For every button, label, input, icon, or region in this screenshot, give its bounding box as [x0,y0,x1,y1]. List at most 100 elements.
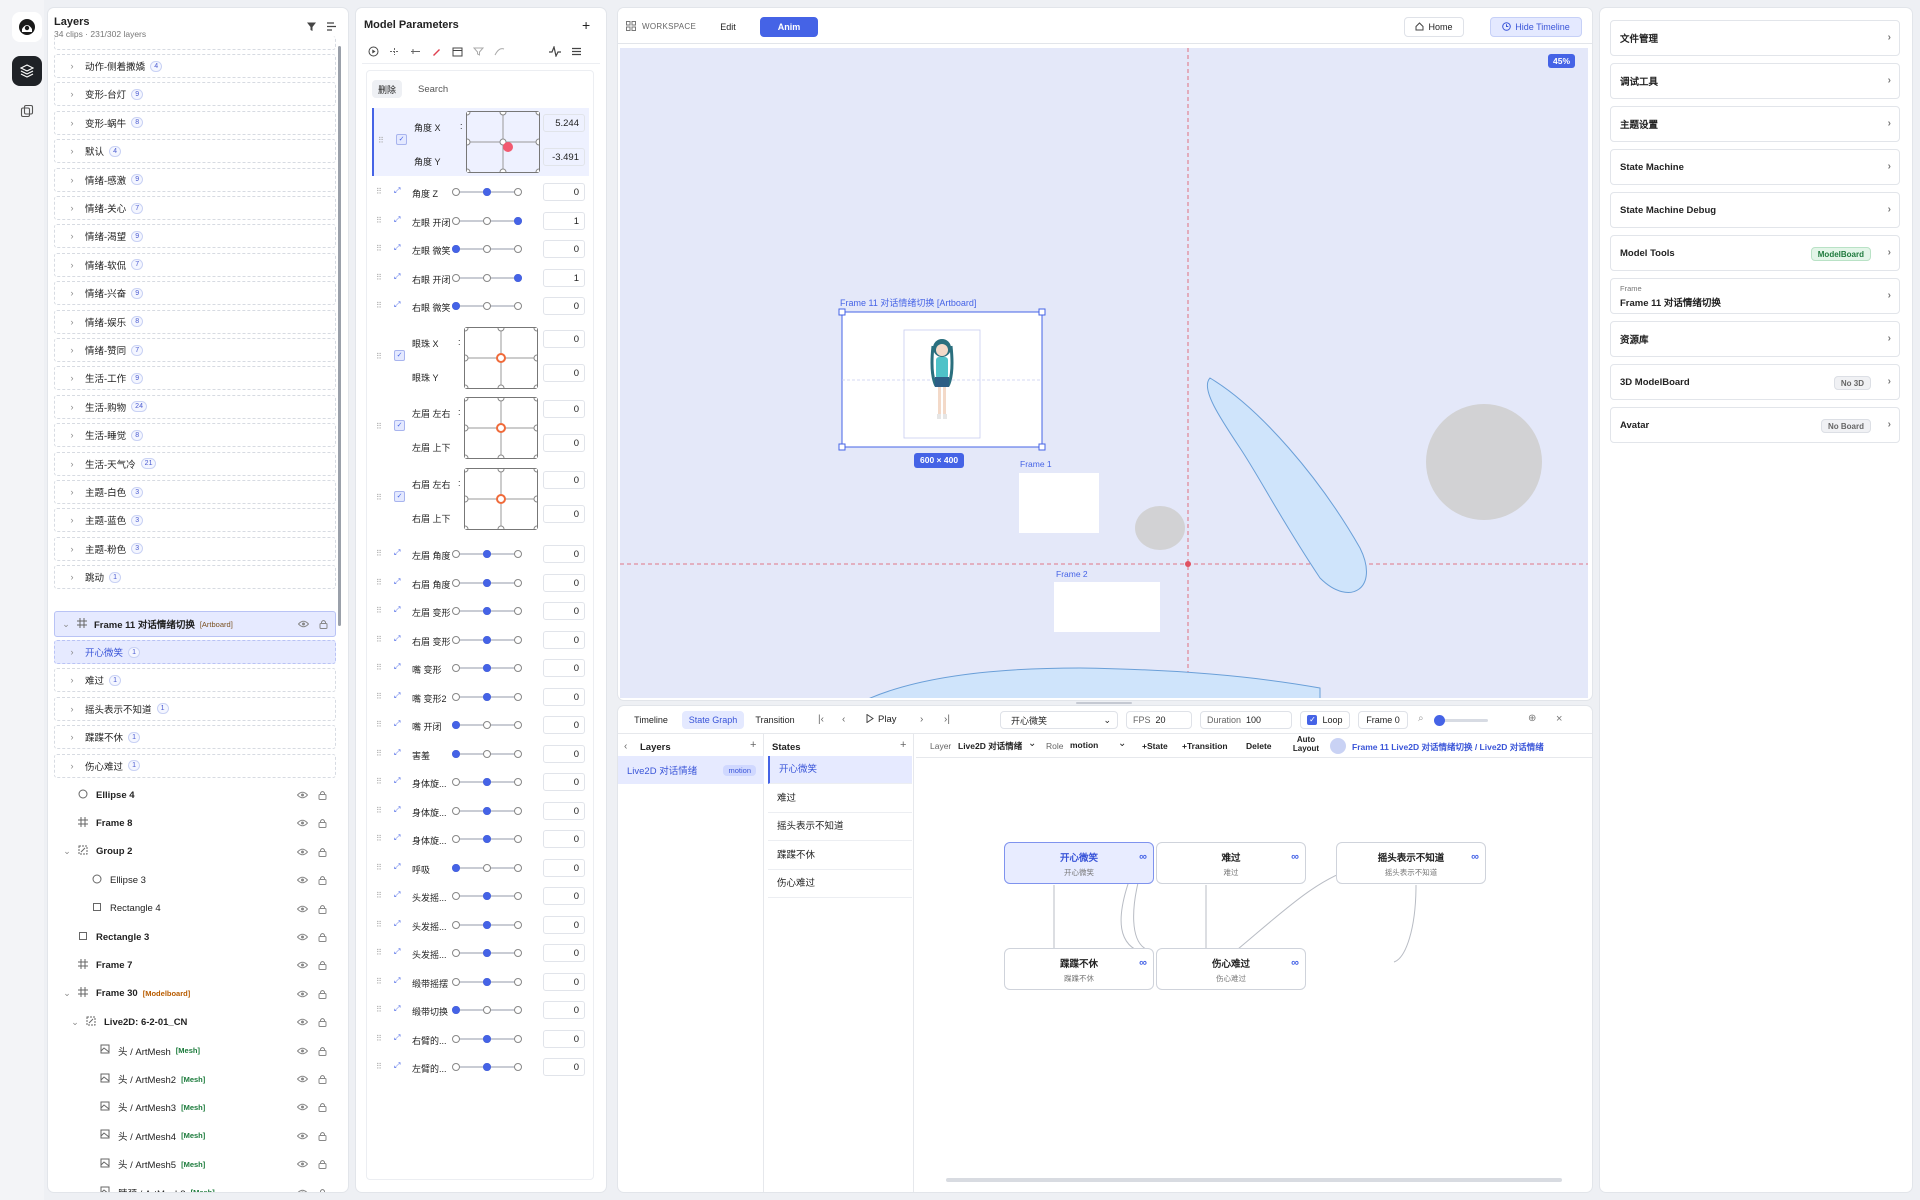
chevron-down-icon[interactable]: ⌄ [62,846,72,857]
state-node[interactable]: 难过 难过 ∞ [1156,842,1306,884]
chevron-right-icon[interactable]: › [67,515,77,525]
param-curve-icon[interactable]: ⤢ [394,662,400,672]
param-slider[interactable] [452,892,522,900]
xy-pad[interactable] [464,397,538,459]
zoom-badge[interactable]: 45% [1548,54,1576,68]
home-button[interactable]: Home [1404,17,1464,37]
lock-icon[interactable] [314,1099,330,1115]
slider-thumb[interactable] [483,949,491,957]
lock-icon[interactable] [314,1014,330,1030]
param-curve-icon[interactable]: ⤢ [394,1033,400,1043]
param-value[interactable]: 1 [543,268,585,287]
state-node[interactable]: 摇头表示不知道 摇头表示不知道 ∞ [1336,842,1486,884]
lock-icon[interactable] [314,787,330,803]
param-curve-icon[interactable]: ⤢ [394,691,400,701]
layer-clip-row[interactable]: › 情绪-渴望 9 [54,224,336,249]
param-curve-icon[interactable]: ⤢ [394,1061,400,1071]
right-panel-item[interactable]: State Machine › [1610,149,1900,185]
layer-tree-row[interactable]: Frame 8 [54,811,336,835]
param-value[interactable]: 0 [543,573,585,592]
param-value[interactable]: 0 [543,687,585,706]
param-row[interactable]: ⠿ ⤢ 缎带摇摆 0 [372,968,589,996]
param-row[interactable]: ⠿ ⤢ 头发摇... 0 [372,939,589,967]
layer-tree-row[interactable]: 头 / ArtMesh5 [Mesh] [54,1152,336,1176]
param-curve-icon[interactable]: ⤢ [394,243,400,253]
lock-icon[interactable] [314,844,330,860]
lock-icon[interactable] [314,929,330,945]
param-row[interactable]: ⠿ ⤢ 嘴 开闭 0 [372,711,589,739]
edit-button[interactable]: Edit [700,17,756,37]
layer-child-clip-row[interactable]: › 伤心难过 1 [54,753,336,778]
state-node[interactable]: 开心微笑 开心微笑 ∞ [1004,842,1154,884]
right-panel-item[interactable]: Frame Frame 11 对话情绪切换 › [1610,278,1900,314]
add-layer-icon[interactable]: + [750,739,756,751]
drag-handle-icon[interactable]: ⠿ [376,244,382,253]
state-list-item[interactable]: 伤心难过 [768,870,912,898]
right-panel-item[interactable]: 文件管理 › [1610,20,1900,56]
state-node[interactable]: 蹀蹀不休 蹀蹀不休 ∞ [1004,948,1154,990]
tab-transition[interactable]: Transition [748,711,802,729]
chevron-right-icon[interactable]: › [67,231,77,241]
drag-handle-icon[interactable]: ⠿ [376,777,382,786]
param-slider[interactable] [452,977,522,986]
frame2-label[interactable]: Frame 2 [1056,569,1088,579]
drag-handle-icon[interactable]: ⠿ [376,549,382,558]
sg-layer-item[interactable]: Live2D 对话情绪 motion [618,756,764,784]
skip-end-icon[interactable]: ›| [944,714,950,725]
layer-clip-row[interactable]: › 情绪-兴奋 9 [54,281,336,306]
xy-pad-handle[interactable] [503,142,513,152]
layer-tree-row[interactable]: ⌄ Live2D: 6-2-01_CN [54,1010,336,1034]
drag-handle-icon[interactable]: ⠿ [376,806,382,815]
visibility-eye-icon[interactable] [294,815,310,831]
slider-thumb[interactable] [483,692,491,701]
visibility-eye-icon[interactable] [294,844,310,860]
param-slider[interactable] [452,1006,522,1014]
layer-row-frame11[interactable]: ⌄ Frame 11 对话情绪切换 [Artboard] [54,611,336,637]
chevron-right-icon[interactable]: › [67,430,77,440]
param-row[interactable]: ⠿ ⤢ 右眉 变形 0 [372,626,589,654]
chevron-right-icon[interactable]: › [1888,75,1891,86]
drag-handle-icon[interactable]: ⠿ [376,863,382,872]
visibility-eye-icon[interactable] [294,1043,310,1059]
chevron-right-icon[interactable]: › [67,89,77,99]
visibility-eye-icon[interactable] [294,1128,310,1144]
lock-icon[interactable] [314,901,330,917]
graph-layer-select[interactable]: Live2D 对话情绪 [958,740,1022,752]
layer-tree-row[interactable]: 头 / ArtMesh [Mesh] [54,1039,336,1063]
step-forward-icon[interactable]: › [920,714,923,725]
lock-icon[interactable] [314,986,330,1002]
param-value[interactable]: 0 [543,659,585,677]
chevron-right-icon[interactable]: › [67,647,77,657]
layer-tree-row[interactable]: 头 / ArtMesh2 [Mesh] [54,1067,336,1091]
xy-pad-y-value[interactable]: -3.491 [543,148,585,166]
cursor-icon[interactable] [1330,738,1346,754]
lock-icon[interactable] [315,616,331,632]
param-curve-icon[interactable]: ⤢ [394,862,400,872]
lock-icon[interactable] [314,957,330,973]
chevron-down-icon[interactable]: ⌄ [61,619,71,630]
graph-hscroll[interactable] [946,1178,1562,1182]
slider-thumb[interactable] [452,863,460,872]
param-slider[interactable] [452,778,522,786]
param-value[interactable]: 0 [543,744,585,763]
chevron-right-icon[interactable]: › [1888,161,1891,172]
chevron-right-icon[interactable]: › [67,175,77,185]
layer-clip-row[interactable]: › 生活-工作 9 [54,366,336,391]
drag-handle-icon[interactable]: ⠿ [376,977,382,986]
chevron-right-icon[interactable]: › [67,317,77,327]
slider-thumb[interactable] [483,835,491,843]
duration-field[interactable]: Duration 100 [1200,711,1292,729]
param-row[interactable]: ⠿ ⤢ 右臂的... 0 [372,1025,589,1053]
zoom-out-icon[interactable]: ⌕ [1418,713,1424,724]
drag-handle-icon[interactable]: ⠿ [376,352,382,361]
param-row[interactable]: ⠿ ⤢ 身体旋... 0 [372,768,589,796]
param-row[interactable]: ⠿ ⤢ 嘴 变形2 0 [372,683,589,711]
param-curve-icon[interactable]: ⤢ [394,300,400,310]
param-curve-icon[interactable]: ⤢ [394,890,400,900]
param-curve-icon[interactable]: ⤢ [394,577,400,587]
slider-thumb[interactable] [483,892,491,900]
add-transition-button[interactable]: +Transition [1182,741,1228,751]
drag-handle-icon[interactable]: ⠿ [376,749,382,758]
param-slider[interactable] [452,216,522,225]
chevron-right-icon[interactable]: › [1888,204,1891,215]
